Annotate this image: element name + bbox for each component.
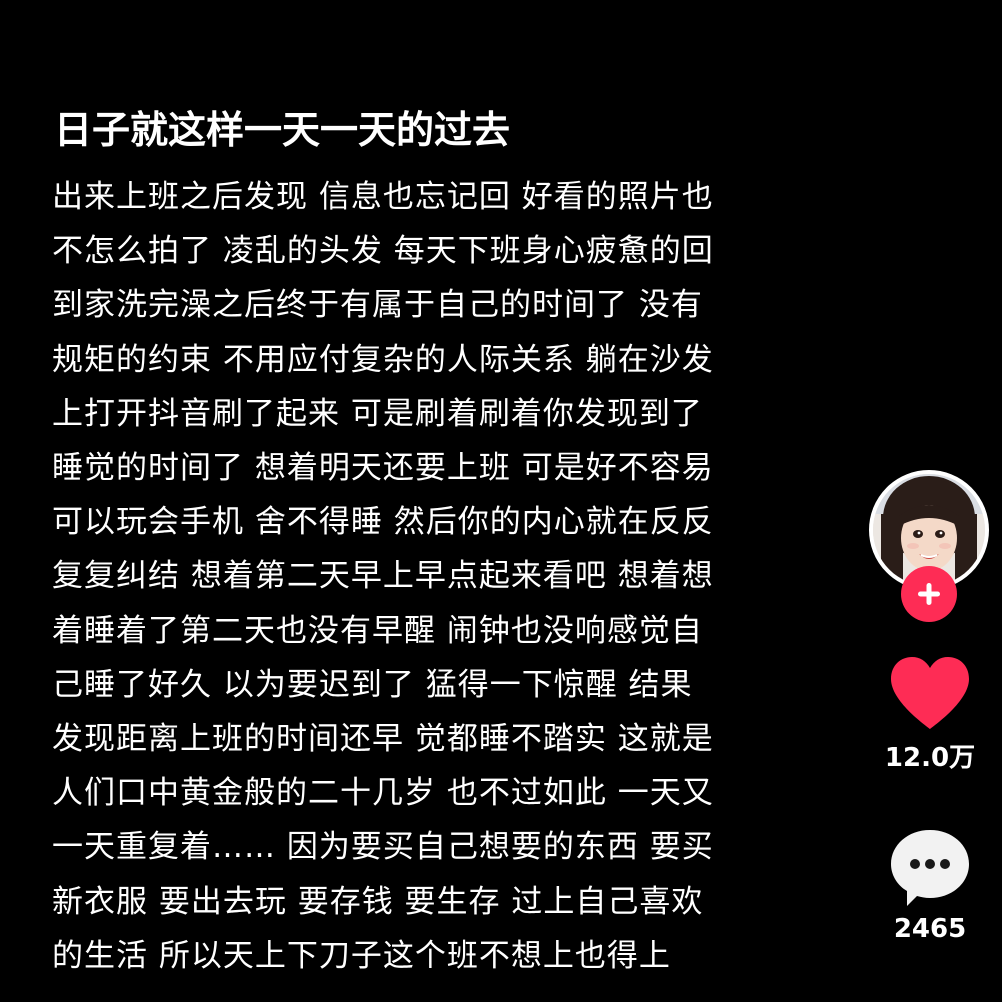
post-line: 一天重复着…… 因为要买自己想要的东西 要买	[52, 829, 714, 866]
comment-button[interactable]: 2465	[870, 828, 990, 944]
post-line: 发现距离上班的时间还早 觉都睡不踏实 这就是	[52, 721, 714, 758]
post-line: 人们口中黄金般的二十几岁 也不过如此 一天又	[52, 775, 714, 812]
post-line: 己睡了好久 以为要迟到了 猛得一下惊醒 结果	[52, 666, 693, 703]
post-line: 到家洗完澡之后终于有属于自己的时间了 没有	[52, 287, 703, 324]
post-line: 上打开抖音刷了起来 可是刷着刷着你发现到了	[52, 395, 703, 432]
post-body: 出来上班之后发现 信息也忘记回 好看的照片也 不怎么拍了 凌乱的头发 每天下班身…	[52, 170, 772, 983]
like-count: 12.0万	[884, 743, 976, 773]
post-line: 的生活 所以天上下刀子这个班不想上也得上	[52, 937, 671, 974]
heart-icon	[891, 657, 969, 729]
post-line: 出来上班之后发现 信息也忘记回 好看的照片也	[52, 179, 714, 215]
like-button[interactable]: 12.0万	[870, 655, 990, 774]
post-line: 睡觉的时间了 想着明天还要上班 可是好不容易	[52, 450, 714, 487]
post-line: 着睡着了第二天也没有早醒 闹钟也没响感觉自	[52, 612, 703, 649]
comment-bubble-icon	[891, 830, 969, 906]
follow-button[interactable]	[901, 566, 957, 622]
plus-icon	[918, 583, 940, 605]
post-title: 日子就这样一天一天的过去	[54, 108, 511, 152]
author-avatar-group	[869, 470, 989, 622]
post-line: 不怎么拍了 凌乱的头发 每天下班身心疲惫的回	[52, 233, 714, 270]
post-line: 规矩的约束 不用应付复杂的人际关系 躺在沙发	[52, 341, 714, 378]
post-line: 新衣服 要出去玩 要存钱 要生存 过上自己喜欢	[52, 883, 704, 920]
comment-count: 2465	[893, 914, 967, 944]
post-line: 复复纠结 想着第二天早上早点起来看吧 想着想	[52, 558, 714, 595]
post-line: 可以玩会手机 舍不得睡 然后你的内心就在反反	[52, 504, 714, 541]
